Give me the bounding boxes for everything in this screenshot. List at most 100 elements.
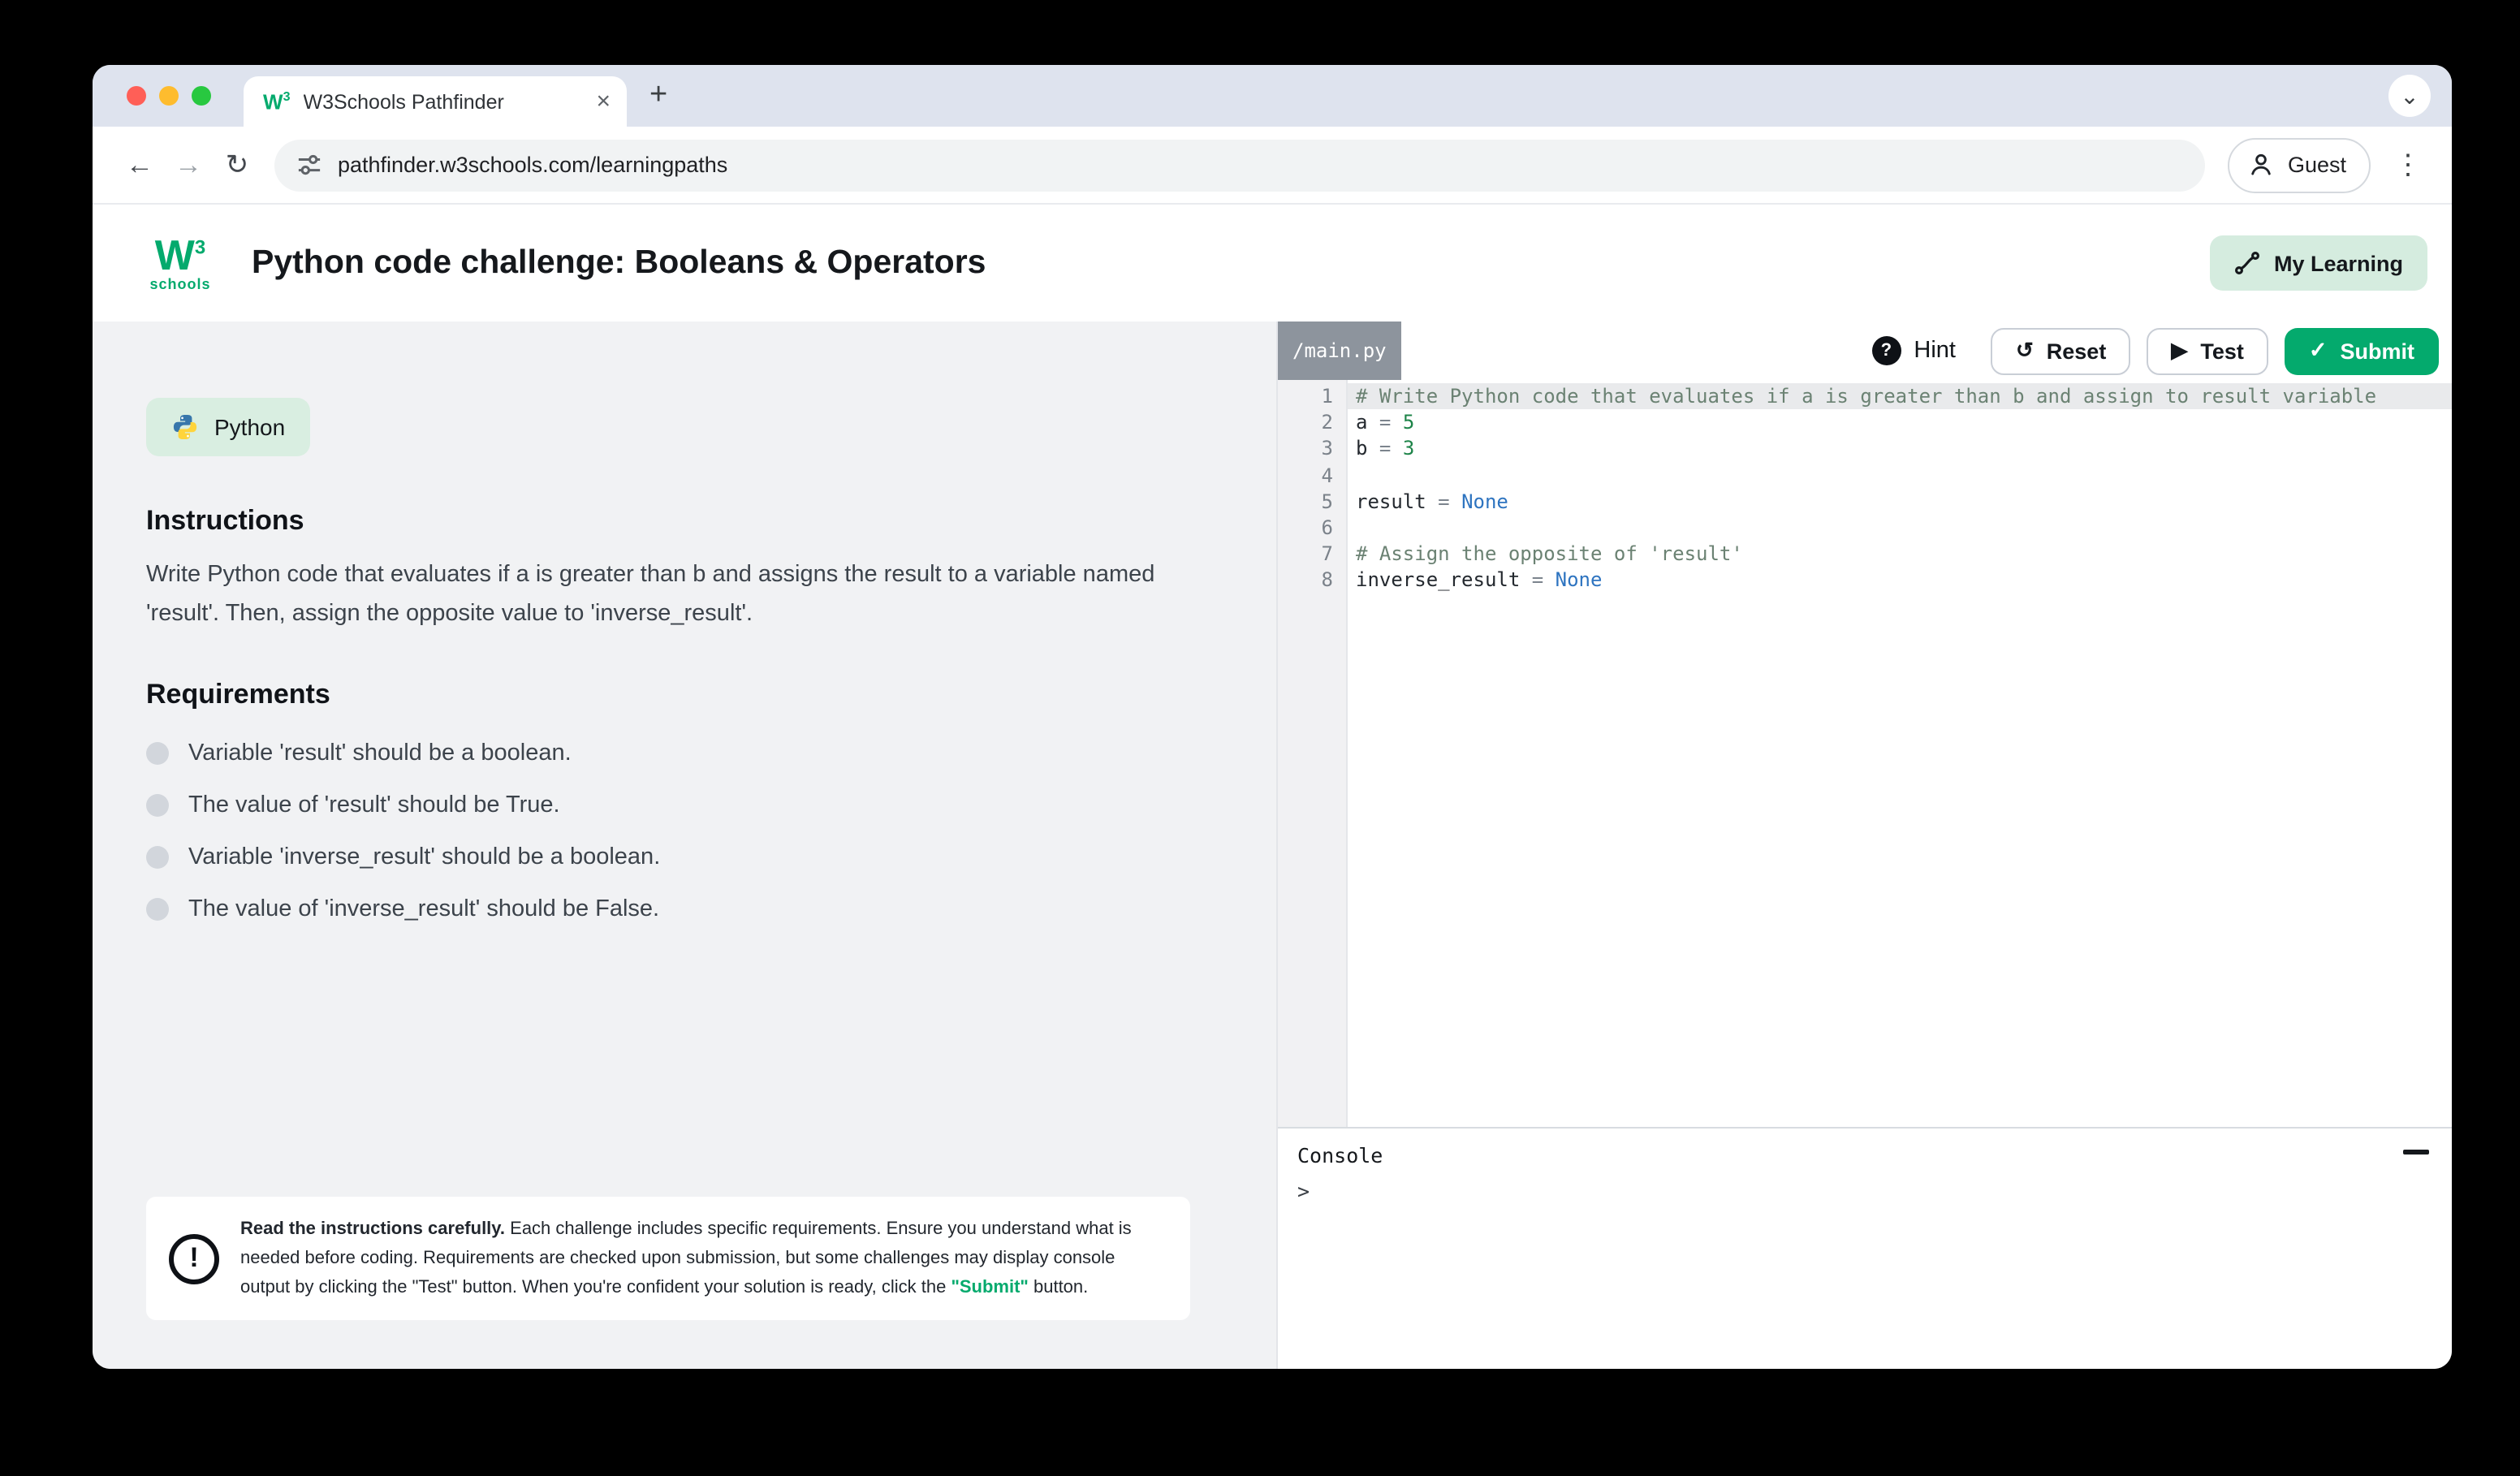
profile-guest-button[interactable]: Guest [2228, 137, 2371, 192]
code-line[interactable]: 1 # Write Python code that evaluates if … [1278, 383, 2452, 409]
line-number: 1 [1278, 383, 1348, 409]
line-number: 7 [1278, 541, 1348, 567]
page-header: W3 schools Python code challenge: Boolea… [93, 205, 2452, 322]
requirements-list: Variable 'result' should be a boolean. T… [146, 727, 1276, 935]
instructions-heading: Instructions [146, 505, 1276, 537]
requirements-heading: Requirements [146, 679, 1276, 711]
console-label: Console [1297, 1143, 2432, 1167]
code-line[interactable]: 5 result = None [1278, 489, 2452, 515]
guest-label: Guest [2288, 153, 2346, 177]
guest-avatar-icon [2246, 149, 2276, 180]
browser-navbar: ← → ↻ pathfinder.w3schools.com/learningp… [93, 127, 2452, 205]
alert-circle-icon: ! [169, 1233, 219, 1284]
code-line[interactable]: 7 # Assign the opposite of 'result' [1278, 541, 2452, 567]
url-text: pathfinder.w3schools.com/learningpaths [338, 153, 727, 177]
test-button[interactable]: ▶ Test [2147, 327, 2268, 374]
code-token: 3 [1403, 438, 1414, 460]
code-editor[interactable]: 1 # Write Python code that evaluates if … [1278, 380, 2452, 1127]
code-token: result [1356, 490, 1438, 513]
code-token: 5 [1403, 411, 1414, 434]
site-settings-icon[interactable] [297, 153, 321, 177]
tab-title: W3Schools Pathfinder [303, 90, 583, 113]
editor-toolbar: /main.py ? Hint ↺ Reset ▶ Test [1278, 322, 2452, 380]
requirement-text: The value of 'result' should be True. [188, 792, 560, 818]
play-icon: ▶ [2171, 338, 2187, 364]
requirement-status-icon [146, 742, 169, 765]
note-submit-highlight: "Submit" [951, 1278, 1028, 1297]
new-tab-button[interactable]: + [649, 80, 667, 110]
line-number: 5 [1278, 489, 1348, 515]
browser-tab-strip: W3 W3Schools Pathfinder × + ⌄ [93, 65, 2452, 127]
code-token: = [1438, 490, 1461, 513]
requirement-item: The value of 'inverse_result' should be … [146, 883, 1276, 935]
instructions-panel: Python Instructions Write Python code th… [93, 322, 1276, 1369]
note-lead: Read the instructions carefully. [240, 1219, 505, 1239]
browser-tab[interactable]: W3 W3Schools Pathfinder × [244, 76, 627, 127]
code-token: # Assign the opposite of 'result' [1356, 542, 1743, 565]
console-collapse-icon[interactable] [2403, 1150, 2429, 1154]
code-line[interactable]: 8 inverse_result = None [1278, 568, 2452, 593]
reset-button[interactable]: ↺ Reset [1991, 327, 2130, 374]
hint-button[interactable]: ? Hint [1871, 336, 1956, 365]
note-card: ! Read the instructions carefully. Each … [146, 1197, 1190, 1320]
code-token: = [1379, 438, 1403, 460]
forward-icon[interactable]: → [164, 140, 213, 189]
requirement-item: The value of 'result' should be True. [146, 779, 1276, 831]
browser-menu-icon[interactable]: ⋮ [2387, 149, 2429, 181]
address-bar[interactable]: pathfinder.w3schools.com/learningpaths [274, 139, 2205, 191]
test-label: Test [2200, 339, 2244, 363]
my-learning-button[interactable]: My Learning [2211, 235, 2427, 291]
code-token: None [1461, 490, 1508, 513]
line-number: 6 [1278, 515, 1348, 541]
requirement-item: Variable 'result' should be a boolean. [146, 727, 1276, 779]
submit-button[interactable]: ✓ Submit [2285, 327, 2439, 374]
minimize-window-button[interactable] [159, 86, 179, 106]
browser-window: W3 W3Schools Pathfinder × + ⌄ ← → ↻ path… [93, 65, 2452, 1369]
line-number: 2 [1278, 409, 1348, 435]
code-line[interactable]: 3 b = 3 [1278, 436, 2452, 462]
main-content: Python Instructions Write Python code th… [93, 322, 2452, 1369]
question-circle-icon: ? [1871, 336, 1901, 365]
line-number: 4 [1278, 462, 1348, 488]
requirement-text: The value of 'inverse_result' should be … [188, 896, 659, 922]
screenshot-stage: W3 W3Schools Pathfinder × + ⌄ ← → ↻ path… [0, 0, 2520, 1476]
line-number: 8 [1278, 568, 1348, 593]
code-token: = [1379, 411, 1403, 434]
w3schools-favicon-icon: W3 [263, 91, 290, 113]
code-line[interactable]: 6 [1278, 515, 2452, 541]
close-window-button[interactable] [127, 86, 146, 106]
code-token: # Write Python code that evaluates if a … [1356, 385, 2376, 408]
requirement-item: Variable 'inverse_result' should be a bo… [146, 831, 1276, 883]
code-line[interactable]: 4 [1278, 462, 2452, 488]
back-icon[interactable]: ← [115, 140, 164, 189]
zoom-window-button[interactable] [192, 86, 211, 106]
note-text: Read the instructions carefully. Each ch… [240, 1215, 1166, 1302]
line-number: 3 [1278, 436, 1348, 462]
code-token: b [1356, 438, 1379, 460]
w3schools-logo[interactable]: W3 schools [146, 234, 214, 292]
code-token: = [1532, 569, 1556, 592]
reload-icon[interactable]: ↻ [213, 140, 261, 189]
requirement-status-icon [146, 846, 169, 869]
console-panel: Console > [1278, 1127, 2452, 1369]
console-prompt: > [1297, 1179, 2432, 1203]
requirement-status-icon [146, 898, 169, 921]
code-token: a [1356, 411, 1379, 434]
language-label: Python [214, 414, 285, 440]
requirement-text: Variable 'result' should be a boolean. [188, 740, 572, 766]
file-tab-main-py[interactable]: /main.py [1278, 322, 1401, 380]
language-badge: Python [146, 398, 309, 456]
code-line[interactable]: 2 a = 5 [1278, 409, 2452, 435]
reset-icon: ↺ [2016, 338, 2034, 364]
tab-search-chevron-icon[interactable]: ⌄ [2388, 75, 2431, 117]
instructions-text: Write Python code that evaluates if a is… [146, 557, 1172, 633]
editor-panel: /main.py ? Hint ↺ Reset ▶ Test [1276, 322, 2452, 1369]
note-body-2: button. [1029, 1278, 1088, 1297]
my-learning-icon [2235, 250, 2261, 276]
reset-label: Reset [2047, 339, 2107, 363]
window-controls [127, 86, 211, 106]
page-title: Python code challenge: Booleans & Operat… [252, 244, 986, 283]
requirement-status-icon [146, 794, 169, 817]
tab-close-icon[interactable]: × [596, 89, 611, 114]
submit-label: Submit [2341, 339, 2415, 363]
